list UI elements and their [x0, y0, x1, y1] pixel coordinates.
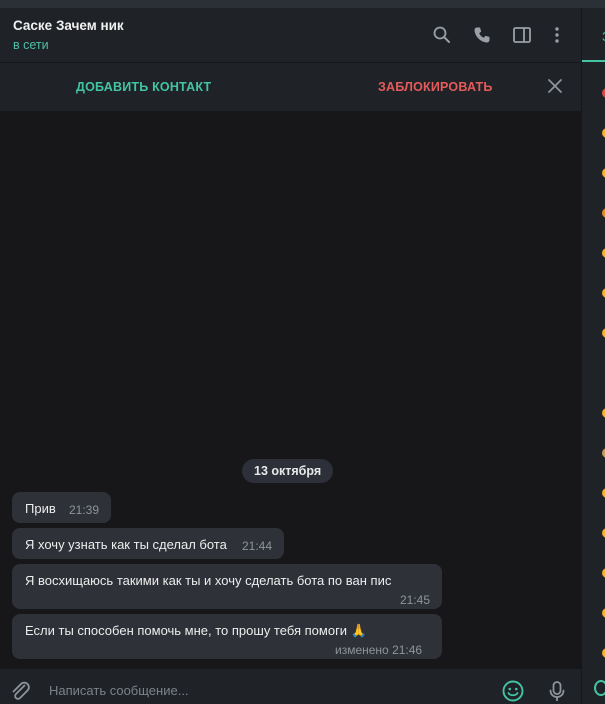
- block-button[interactable]: ЗАБЛОКИРОВАТЬ: [378, 80, 493, 94]
- microphone-icon[interactable]: [545, 679, 569, 703]
- add-contact-button[interactable]: ДОБАВИТЬ КОНТАКТ: [76, 80, 211, 94]
- emoji-icon[interactable]: [501, 679, 525, 703]
- message-area[interactable]: 13 октября Прив 21:39 Я хочу узнать как …: [0, 111, 581, 668]
- contact-action-bar: ДОБАВИТЬ КОНТАКТ ЗАБЛОКИРОВАТЬ: [0, 62, 581, 111]
- message-text: Если ты способен помочь мне, то прошу те…: [25, 623, 367, 638]
- online-status: в сети: [13, 38, 49, 52]
- search-icon[interactable]: [432, 25, 452, 45]
- message-bubble[interactable]: Я хочу узнать как ты сделал бота 21:44: [12, 528, 284, 559]
- message-bubble[interactable]: Я восхищаюсь такими как ты и хочу сделат…: [12, 564, 442, 609]
- chat-header: Саске Зачем ник в сети: [0, 8, 581, 62]
- sticker-icon[interactable]: [594, 680, 605, 696]
- right-panel: З: [581, 8, 605, 704]
- date-separator: 13 октября: [242, 459, 334, 483]
- message-text: Я восхищаюсь такими как ты и хочу сделат…: [25, 573, 392, 588]
- more-options-icon[interactable]: [547, 25, 567, 45]
- message-text: Прив: [25, 501, 56, 516]
- message-time: 21:39: [69, 503, 100, 517]
- chat-title[interactable]: Саске Зачем ник: [13, 18, 124, 33]
- sidebar-toggle-icon[interactable]: [512, 25, 532, 45]
- message-text: Я хочу узнать как ты сделал бота: [25, 537, 227, 552]
- close-icon[interactable]: [547, 78, 563, 94]
- message-bubble[interactable]: Если ты способен помочь мне, то прошу те…: [12, 614, 442, 659]
- tab-underline: [582, 60, 605, 62]
- message-composer: Написать сообщение...: [0, 668, 581, 704]
- message-bubble[interactable]: Прив 21:39: [12, 492, 111, 523]
- window-top-strip: [0, 0, 605, 8]
- attach-icon[interactable]: [8, 679, 32, 703]
- message-time: изменено 21:46: [335, 643, 423, 657]
- message-time: 21:45: [400, 593, 431, 607]
- phone-icon[interactable]: [472, 25, 492, 45]
- chat-window: Саске Зачем ник в сети ДОБАВИТЬ КОНТАКТ …: [0, 8, 581, 704]
- message-input[interactable]: Написать сообщение...: [49, 683, 189, 698]
- message-time: 21:44: [242, 539, 273, 553]
